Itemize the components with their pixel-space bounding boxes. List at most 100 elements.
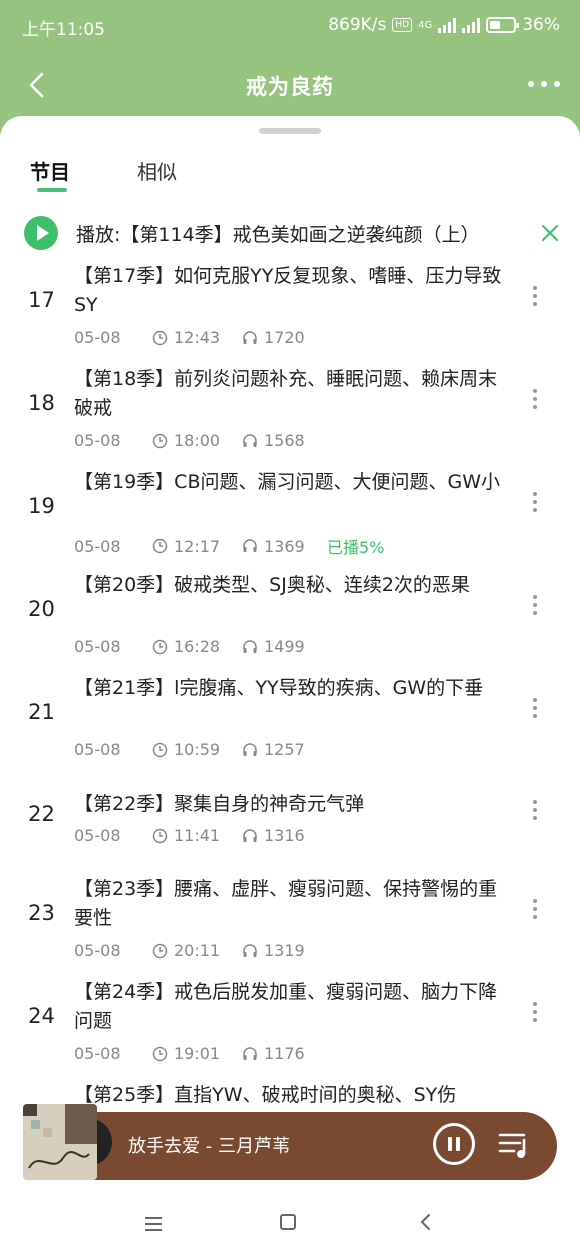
close-icon[interactable] — [540, 223, 560, 243]
title-bar: 戒为良药 — [0, 55, 580, 115]
episode-plays: 1720 — [264, 328, 305, 347]
episode-duration: 16:28 — [174, 637, 221, 656]
episode-title: 【第19季】CB问题、漏习问题、大便问题、GW小 — [74, 471, 500, 493]
network-speed: 869K/s — [328, 15, 387, 35]
more-vertical-icon[interactable] — [533, 899, 537, 919]
list-item[interactable]: 18 【第18季】前列炎问题补充、睡眠问题、赖床周末破戒 05-08 18:00… — [0, 365, 580, 461]
episode-title: 【第24季】戒色后脱发加重、瘦弱问题、脑力下降问题 — [74, 981, 498, 1032]
more-vertical-icon[interactable] — [533, 389, 537, 409]
list-item[interactable]: 24 【第24季】戒色后脱发加重、瘦弱问题、脑力下降问题 05-08 19:01… — [0, 978, 580, 1074]
episode-title: 【第17季】如何克服YY反复现象、嗜睡、压力导致SY — [74, 265, 502, 316]
signal-icon-2 — [462, 17, 481, 33]
episode-number: 24 — [28, 1004, 55, 1028]
clock-icon — [152, 742, 168, 757]
list-item[interactable]: 21 【第21季】l完腹痛、YY导致的疾病、GW的下垂 05-08 10:59 … — [0, 674, 580, 770]
system-nav-bar — [0, 1185, 580, 1257]
headphones-icon — [243, 1046, 257, 1060]
episode-duration: 20:11 — [174, 941, 221, 960]
content-sheet: 节目 相似 播放:【第114季】戒色美如画之逆袭纯颜（上） 17 【第17季】如… — [0, 116, 580, 1257]
menu-icon[interactable] — [145, 1217, 162, 1235]
player-song-title: 放手去爱 - 三月芦苇 — [128, 1136, 290, 1157]
home-icon[interactable] — [280, 1214, 296, 1230]
episode-meta: 05-08 11:41 1316 — [74, 826, 327, 845]
episode-date: 05-08 — [74, 941, 121, 960]
episode-duration: 11:41 — [174, 826, 221, 845]
drag-handle[interactable] — [259, 128, 321, 134]
more-vertical-icon[interactable] — [533, 286, 537, 306]
episode-meta: 05-08 10:59 1257 — [74, 740, 327, 759]
list-item[interactable]: 17 【第17季】如何克服YY反复现象、嗜睡、压力导致SY 05-08 12:4… — [0, 262, 580, 358]
played-progress: 已播5% — [327, 538, 385, 557]
pause-icon[interactable] — [433, 1123, 475, 1165]
episode-number: 18 — [28, 391, 55, 415]
headphones-icon — [243, 742, 257, 756]
hd-badge: HD — [392, 18, 413, 32]
list-item[interactable]: 22 【第22季】聚集自身的神奇元气弹 05-08 11:41 1316 — [0, 790, 580, 856]
episode-duration: 19:01 — [174, 1044, 221, 1063]
episode-plays: 1499 — [264, 637, 305, 656]
episode-title: 【第25季】直指YW、破戒时间的奥秘、SY伤 — [74, 1084, 457, 1106]
headphones-icon — [243, 828, 257, 842]
episode-number: 21 — [28, 700, 55, 724]
episode-title: 【第21季】l完腹痛、YY导致的疾病、GW的下垂 — [74, 677, 484, 699]
list-item[interactable]: 23 【第23季】腰痛、虚胖、瘦弱问题、保持警惕的重要性 05-08 20:11… — [0, 875, 580, 971]
episode-date: 05-08 — [74, 637, 121, 656]
tab-indicator — [37, 188, 67, 192]
episode-title: 【第23季】腰痛、虚胖、瘦弱问题、保持警惕的重要性 — [74, 878, 498, 929]
more-horizontal-icon[interactable] — [528, 81, 560, 87]
more-vertical-icon[interactable] — [533, 1002, 537, 1022]
episode-date: 05-08 — [74, 740, 121, 759]
clock-icon — [152, 433, 168, 448]
tab-programs[interactable]: 节目 — [30, 156, 70, 185]
now-playing-bar[interactable]: 播放:【第114季】戒色美如画之逆袭纯颜（上） — [0, 216, 580, 254]
headphones-icon — [243, 639, 257, 653]
episode-meta: 05-08 12:43 1720 — [74, 328, 327, 347]
episode-date: 05-08 — [74, 1044, 121, 1063]
list-item[interactable]: 20 【第20季】破戒类型、SJ奥秘、连续2次的恶果 05-08 16:28 1… — [0, 571, 580, 667]
network-type: 4G — [418, 19, 433, 31]
clock-icon — [152, 828, 168, 843]
now-playing-text: 播放:【第114季】戒色美如画之逆袭纯颜（上） — [76, 224, 480, 246]
episode-date: 05-08 — [74, 826, 121, 845]
episode-meta: 05-08 12:17 1369 已播5% — [74, 534, 384, 558]
episode-number: 19 — [28, 494, 55, 518]
playlist-icon[interactable] — [498, 1130, 532, 1160]
more-vertical-icon[interactable] — [533, 492, 537, 512]
episode-number: 17 — [28, 288, 55, 312]
headphones-icon — [243, 539, 257, 552]
episode-meta: 05-08 16:28 1499 — [74, 637, 327, 656]
more-vertical-icon[interactable] — [533, 698, 537, 718]
battery-icon — [486, 17, 520, 33]
album-cover[interactable] — [23, 1104, 97, 1180]
episode-duration: 10:59 — [174, 740, 221, 759]
list-item[interactable]: 19 【第19季】CB问题、漏习问题、大便问题、GW小 05-08 12:17 … — [0, 468, 580, 564]
episode-duration: 12:17 — [174, 536, 221, 556]
back-icon[interactable] — [418, 1213, 432, 1231]
episode-date: 05-08 — [74, 536, 121, 556]
clock-icon — [152, 943, 168, 958]
clock-icon — [152, 330, 168, 345]
episode-title: 【第20季】破戒类型、SJ奥秘、连续2次的恶果 — [74, 574, 470, 596]
clock-icon — [152, 1046, 168, 1061]
episode-date: 05-08 — [74, 328, 121, 347]
episode-number: 20 — [28, 597, 55, 621]
episode-plays: 1257 — [264, 740, 305, 759]
battery-level: 36% — [522, 15, 560, 35]
status-right: 869K/s HD 4G 36% — [328, 15, 560, 35]
episode-date: 05-08 — [74, 431, 121, 450]
more-vertical-icon[interactable] — [533, 595, 537, 615]
page-title: 戒为良药 — [246, 75, 334, 99]
episode-duration: 18:00 — [174, 431, 221, 450]
clock-icon — [152, 538, 168, 554]
episode-title: 【第22季】聚集自身的神奇元气弹 — [74, 793, 365, 815]
episode-duration: 12:43 — [174, 328, 221, 347]
tab-similar[interactable]: 相似 — [137, 156, 177, 185]
more-vertical-icon[interactable] — [533, 800, 537, 820]
play-icon[interactable] — [24, 216, 58, 250]
clock-icon — [152, 639, 168, 654]
episode-title: 【第18季】前列炎问题补充、睡眠问题、赖床周末破戒 — [74, 368, 498, 419]
episode-plays: 1319 — [264, 941, 305, 960]
episode-meta: 05-08 19:01 1176 — [74, 1044, 327, 1063]
episode-meta: 05-08 20:11 1319 — [74, 941, 327, 960]
status-time: 上午11:05 — [22, 20, 105, 40]
